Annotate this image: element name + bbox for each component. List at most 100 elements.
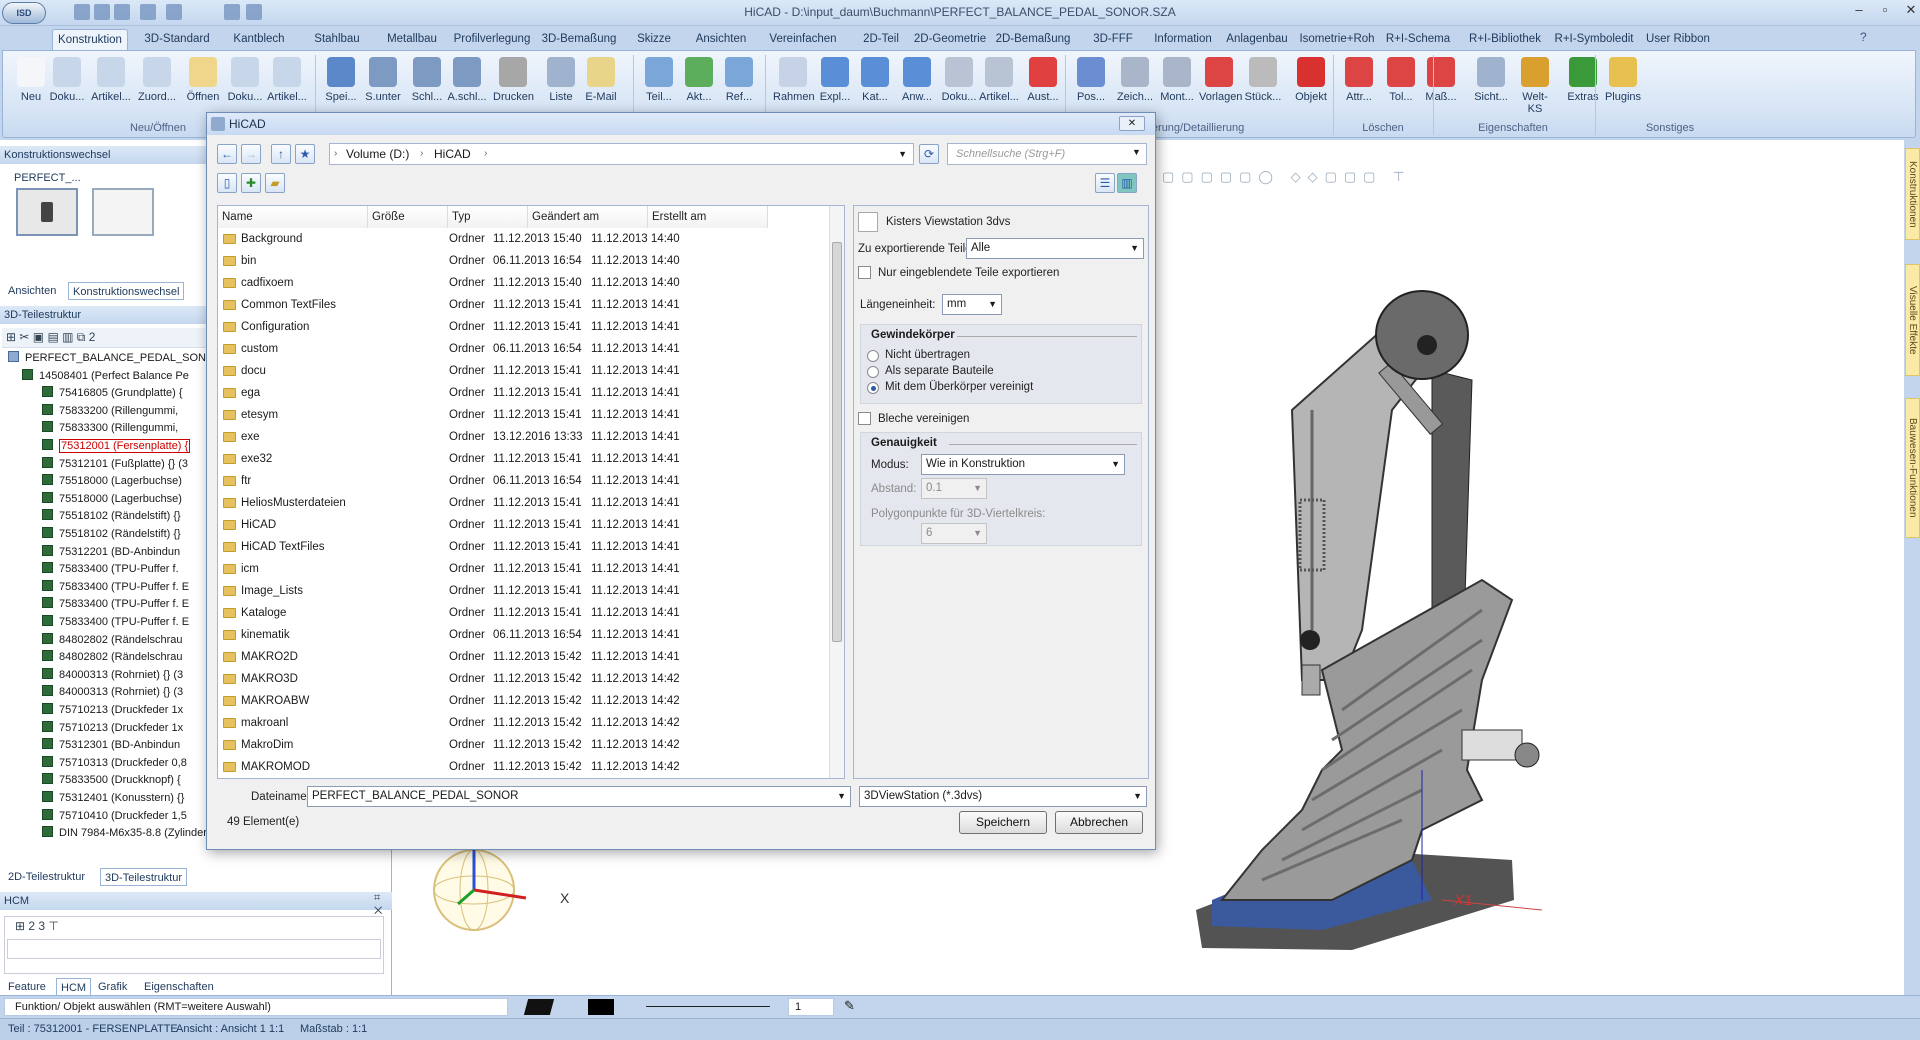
ribbon-button-3[interactable]: Zuord... (137, 55, 177, 119)
ribbon-button-18[interactable]: Expl... (815, 55, 855, 119)
help-icon[interactable]: ? (1860, 30, 1867, 44)
ribbon-tab-9[interactable]: Vereinfachen (762, 29, 844, 50)
favorites-star-icon[interactable]: ★ (295, 144, 315, 164)
pedal-model[interactable] (1182, 210, 1742, 980)
ribbon-button-1[interactable]: Doku... (47, 55, 87, 119)
ribbon-button-26[interactable]: Mont... (1157, 55, 1197, 119)
hcm-close-icon[interactable]: ⌗ ✕ (374, 892, 391, 918)
ribbon-button-4[interactable]: Öffnen (183, 55, 223, 119)
ribbon-button-13[interactable]: E-Mail (581, 55, 621, 119)
search-input[interactable]: Schnellsuche (Strg+F) (947, 143, 1147, 165)
file-row[interactable]: MAKROMOD Ordner 11.12.2013 15:42 11.12.2013… (219, 756, 825, 776)
ribbon-button-35[interactable]: Extras (1563, 55, 1603, 119)
col-modified[interactable]: Geändert am (528, 206, 648, 228)
folder-icon[interactable]: ▰ (265, 173, 285, 193)
ribbon-button-6[interactable]: Artikel... (267, 55, 307, 119)
refresh-icon[interactable]: ⟳ (919, 144, 939, 164)
linetype-selector[interactable] (646, 1006, 770, 1007)
file-row[interactable]: Image_Lists Ordner 11.12.2013 15:41 11.12.2… (219, 580, 825, 602)
ribbon-button-34[interactable]: Welt-KS (1515, 55, 1555, 119)
ribbon-button-24[interactable]: Pos... (1071, 55, 1111, 119)
ribbon-tab-14[interactable]: Information (1148, 29, 1218, 50)
ribbon-tab-17[interactable]: R+I-Schema (1382, 29, 1454, 50)
ribbon-tab-0[interactable]: Konstruktion (52, 29, 128, 50)
file-list[interactable]: Name Größe Typ Geändert am Erstellt am B… (217, 205, 845, 779)
file-row[interactable]: Background Ordner 11.12.2013 15:40 11.12.20… (219, 228, 825, 250)
ribbon-button-36[interactable]: Plugins (1603, 55, 1643, 119)
tab-feature[interactable]: Feature (4, 978, 50, 996)
thumbnail-current[interactable] (16, 188, 78, 236)
file-row[interactable]: ftr Ordner 06.11.2013 16:54 11.12.2013 14:4… (219, 470, 825, 492)
ribbon-button-5[interactable]: Doku... (225, 55, 265, 119)
ribbon-button-21[interactable]: Doku... (939, 55, 979, 119)
file-row[interactable]: HeliosMusterdateien Ordner 11.12.2013 15:4… (219, 492, 825, 514)
ribbon-button-33[interactable]: Sicht... (1471, 55, 1511, 119)
col-name[interactable]: Name (218, 206, 368, 228)
ribbon-button-16[interactable]: Ref... (719, 55, 759, 119)
ribbon-button-23[interactable]: Aust... (1023, 55, 1063, 119)
address-dropdown-icon[interactable]: ▼ (898, 144, 907, 164)
cancel-button[interactable]: Abbrechen (1055, 811, 1143, 834)
file-row[interactable]: MAKRO2D Ordner 11.12.2013 15:42 11.12.2013 … (219, 646, 825, 668)
hcm-tool-icons[interactable]: ⊞ 2 3 ⊤ (15, 919, 59, 933)
ribbon-button-31[interactable]: Tol... (1381, 55, 1421, 119)
ribbon-button-17[interactable]: Rahmen (773, 55, 815, 119)
ribbon-tab-6[interactable]: 3D-Bemaßung (532, 29, 626, 50)
ribbon-button-12[interactable]: Liste (541, 55, 581, 119)
file-row[interactable]: etesym Ordner 11.12.2013 15:41 11.12.2013 1… (219, 404, 825, 426)
ribbon-button-30[interactable]: Attr... (1339, 55, 1379, 119)
up-folder-icon[interactable]: ↑ (271, 144, 291, 164)
forward-arrow-icon[interactable]: → (241, 144, 261, 164)
merge-sheets-checkbox[interactable] (858, 412, 871, 425)
ribbon-button-2[interactable]: Artikel... (91, 55, 131, 119)
polygon-select[interactable]: 6 ▼ (921, 523, 987, 544)
distance-select[interactable]: 0.1 ▼ (921, 478, 987, 499)
ribbon-tab-2[interactable]: Kantblech (225, 29, 293, 50)
ribbon-tab-3[interactable]: Stahlbau (302, 29, 372, 50)
ribbon-button-32[interactable]: Maß... (1421, 55, 1461, 119)
file-row[interactable]: makroanl Ordner 11.12.2013 15:42 11.12.2013… (219, 712, 825, 734)
ribbon-tab-18[interactable]: R+I-Bibliothek (1460, 29, 1550, 50)
thread-option-merged[interactable] (867, 382, 879, 394)
file-row[interactable]: custom Ordner 06.11.2013 16:54 11.12.2013 1… (219, 338, 825, 360)
file-row[interactable]: icm Ordner 11.12.2013 15:41 11.12.2013 14:4… (219, 558, 825, 580)
tab-eigenschaften[interactable]: Eigenschaften (140, 978, 218, 996)
ribbon-button-11[interactable]: Drucken (493, 55, 534, 119)
dialog-close-button[interactable]: ✕ (1119, 116, 1145, 131)
ribbon-tab-15[interactable]: Anlagenbau (1222, 29, 1292, 50)
tab-grafik[interactable]: Grafik (94, 978, 131, 996)
only-visible-checkbox[interactable] (858, 266, 871, 279)
file-row[interactable]: exe32 Ordner 11.12.2013 15:41 11.12.2013 14… (219, 448, 825, 470)
details-view-icon[interactable]: ▥ (1117, 173, 1137, 193)
side-tab-konstruktionen[interactable]: Konstruktionen (1905, 148, 1920, 240)
ribbon-button-22[interactable]: Artikel... (979, 55, 1019, 119)
hcm-input[interactable] (7, 939, 381, 959)
file-row[interactable]: kinematik Ordner 06.11.2013 16:54 11.12.201… (219, 624, 825, 646)
ribbon-button-9[interactable]: Schl... (407, 55, 447, 119)
ribbon-tab-5[interactable]: Profilverlegung (453, 29, 531, 50)
file-row[interactable]: Kataloge Ordner 11.12.2013 15:41 11.12.2013… (219, 602, 825, 624)
file-row[interactable]: exe Ordner 13.12.2016 13:33 11.12.2013 14:4… (219, 426, 825, 448)
thumbnail-other[interactable] (92, 188, 154, 236)
ribbon-tab-12[interactable]: 2D-Bemaßung (990, 29, 1076, 50)
layer-fill-icon[interactable] (523, 999, 555, 1015)
export-parts-select[interactable]: Alle ▼ (966, 238, 1144, 259)
ribbon-tab-7[interactable]: Skizze (628, 29, 680, 50)
file-row[interactable]: MakroDim Ordner 11.12.2013 15:42 11.12.2013… (219, 734, 825, 756)
ribbon-tab-13[interactable]: 3D-FFF (1086, 29, 1140, 50)
file-row[interactable]: HiCAD TextFiles Ordner 11.12.2013 15:41 11.… (219, 536, 825, 558)
ribbon-button-27[interactable]: Vorlagen (1199, 55, 1242, 119)
ribbon-tab-8[interactable]: Ansichten (688, 29, 754, 50)
tab-2d-teilestruktur[interactable]: 2D-Teilestruktur (4, 868, 89, 886)
unit-select[interactable]: mm ▼ (942, 294, 1002, 315)
file-row[interactable]: Common TextFiles Ordner 11.12.2013 15:41 11… (219, 294, 825, 316)
side-tab-bauwesen[interactable]: Bauwesen-Funktionen (1905, 398, 1920, 538)
mode-select[interactable]: Wie in Konstruktion ▼ (921, 454, 1125, 475)
back-arrow-icon[interactable]: ← (217, 144, 237, 164)
command-prompt[interactable]: Funktion/ Objekt auswählen (RMT=weitere … (4, 998, 508, 1016)
ribbon-button-29[interactable]: Objekt (1291, 55, 1331, 119)
ribbon-button-19[interactable]: Kat... (855, 55, 895, 119)
address-bar[interactable]: › Volume (D:) › HiCAD › ▼ (329, 143, 914, 165)
tab-konstruktionswechsel[interactable]: Konstruktionswechsel (68, 282, 185, 300)
file-row[interactable]: Configuration Ordner 11.12.2013 15:41 11.12… (219, 316, 825, 338)
